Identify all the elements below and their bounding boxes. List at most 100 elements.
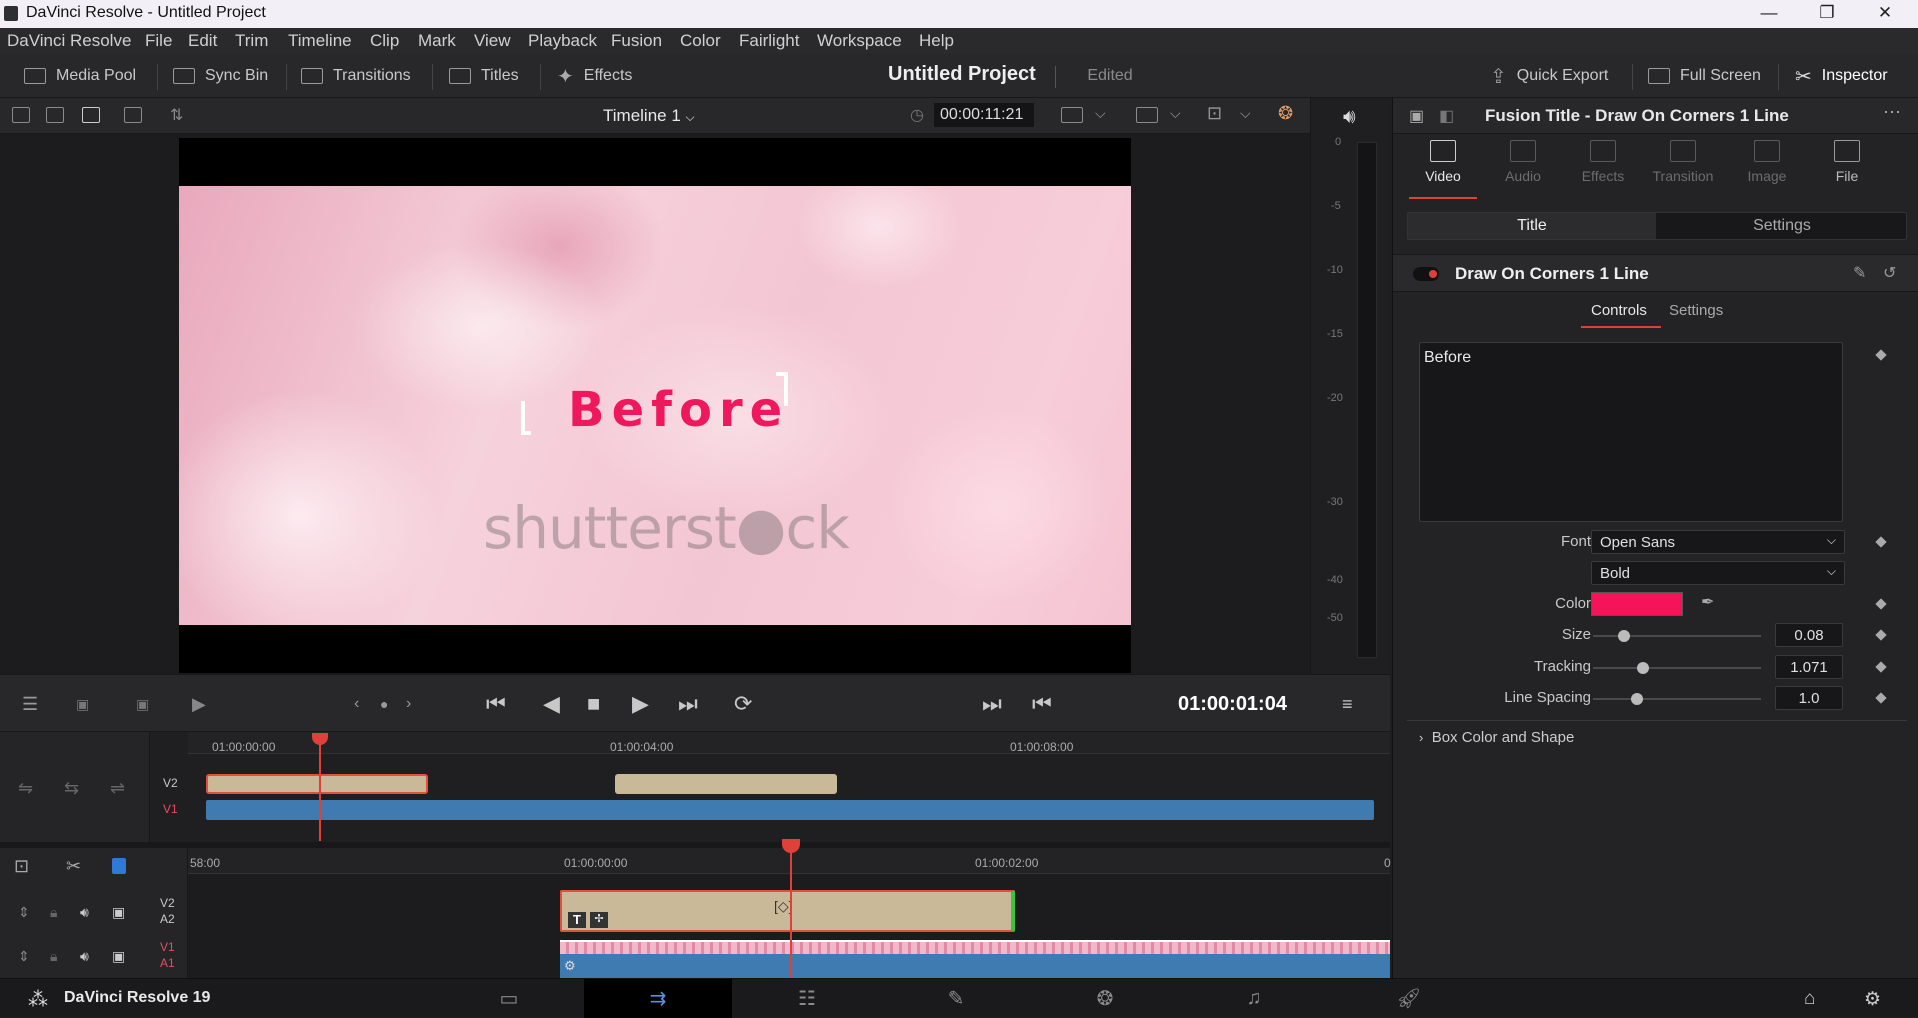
menu-file[interactable]: File	[145, 31, 172, 51]
play-icon[interactable]: ▶	[632, 692, 649, 716]
timeline-options-icon[interactable]: ☰	[22, 692, 38, 716]
fairlight-page-icon[interactable]: ♫	[1180, 979, 1328, 1018]
maximize-button[interactable]: ❐	[1798, 0, 1856, 28]
tab-effects[interactable]: Effects	[1563, 140, 1643, 184]
tab-image[interactable]: Image	[1727, 140, 1807, 184]
jog-icon[interactable]: ▶	[192, 692, 206, 716]
pin-icon[interactable]: ⇅	[170, 105, 183, 125]
keyframe-diamond[interactable]	[1875, 629, 1887, 641]
font-style-dropdown[interactable]: Bold ⌵	[1591, 561, 1845, 585]
dot-icon[interactable]: ●	[380, 692, 388, 716]
ctrl-tab-settings[interactable]: Settings	[1669, 302, 1723, 319]
video-clip[interactable]	[206, 800, 1374, 820]
keyframe-diamond[interactable]	[1875, 661, 1887, 673]
video-clip[interactable]: ⚙	[560, 954, 1390, 978]
timecode-display[interactable]: 00:00:11:21	[934, 103, 1034, 127]
image-icon[interactable]: ▣	[1409, 106, 1424, 126]
viewer-size-icon[interactable]	[1061, 107, 1083, 123]
razor-icon[interactable]: ✂	[66, 856, 81, 877]
hd-output-icon[interactable]	[1136, 107, 1158, 123]
tool-icon[interactable]: ⇆	[64, 778, 79, 799]
menu-workspace[interactable]: Workspace	[817, 31, 902, 51]
inspector-button[interactable]: ✂ Inspector	[1795, 54, 1888, 98]
lock-icon[interactable]: 🔒︎	[50, 948, 57, 965]
previous-clip-icon[interactable]: ⏮	[1032, 692, 1052, 716]
track-arrows-icon[interactable]: ⇕	[18, 904, 30, 921]
layout-icon-3[interactable]	[82, 107, 100, 123]
go-to-end-icon[interactable]: ⏭	[678, 692, 698, 716]
color-swatch[interactable]	[1591, 592, 1683, 616]
menu-mark[interactable]: Mark	[418, 31, 456, 51]
chevron-down-icon[interactable]: ⌵	[1095, 105, 1106, 122]
menu-timeline[interactable]: Timeline	[288, 31, 352, 51]
more-options-icon[interactable]: ⋯	[1883, 102, 1901, 123]
keyframe-diamond[interactable]	[1875, 692, 1887, 704]
color-page-icon[interactable]: ❂	[1031, 979, 1179, 1018]
main-playhead[interactable]	[790, 849, 792, 978]
layout-icon-2[interactable]	[46, 107, 64, 123]
tool-icon[interactable]: ⇌	[110, 778, 125, 799]
timeline-selector[interactable]: Timeline 1 ⌵	[603, 106, 695, 126]
speaker-icon[interactable]: 🔊︎	[80, 904, 89, 921]
eyedropper-icon[interactable]: ✒	[1701, 592, 1714, 612]
film-icon[interactable]: ▣	[112, 948, 125, 965]
ctrl-tab-controls[interactable]: Controls	[1591, 302, 1647, 319]
upper-playhead[interactable]	[319, 733, 321, 841]
menu-trim[interactable]: Trim	[235, 31, 268, 51]
cut-page-icon[interactable]: ⇉	[584, 979, 732, 1018]
menu-help[interactable]: Help	[919, 31, 954, 51]
menu-icon[interactable]: ≡	[1342, 692, 1353, 716]
box-color-section[interactable]: › Box Color and Shape	[1419, 729, 1574, 746]
tool-icon[interactable]: ⇋	[18, 778, 33, 799]
video-clip-thumbnails[interactable]	[560, 940, 1390, 954]
effects-button[interactable]: ✦ Effects	[557, 54, 632, 98]
reset-icon[interactable]: ↺	[1883, 263, 1896, 283]
title-clip[interactable]	[206, 774, 428, 794]
titles-button[interactable]: Titles	[449, 54, 519, 98]
font-dropdown[interactable]: Open Sans ⌵	[1591, 530, 1845, 554]
tab-file[interactable]: File	[1807, 140, 1887, 184]
loop-icon[interactable]: ⟳	[734, 692, 752, 716]
poi-icon[interactable]: ▣	[76, 692, 89, 716]
size-field[interactable]: 0.08	[1775, 623, 1843, 647]
subtab-title[interactable]: Title	[1408, 213, 1656, 239]
stop-icon[interactable]: ■	[587, 692, 600, 716]
layout-icon-1[interactable]	[12, 107, 30, 123]
close-button[interactable]: ✕	[1856, 0, 1914, 28]
chevron-down-icon[interactable]: ⌵	[1240, 105, 1251, 122]
poi-icon-2[interactable]: ▣	[136, 692, 149, 716]
title-clip-selected[interactable]: T ✢ [◇]	[560, 890, 1015, 932]
menu-view[interactable]: View	[474, 31, 511, 51]
full-screen-button[interactable]: Full Screen	[1648, 54, 1761, 98]
menu-edit[interactable]: Edit	[188, 31, 217, 51]
deliver-page-icon[interactable]: 🚀︎	[1329, 979, 1489, 1018]
marker-icon[interactable]	[112, 858, 126, 874]
next-clip-icon[interactable]: ⏭	[982, 692, 1002, 716]
menu-fusion[interactable]: Fusion	[611, 31, 662, 51]
speaker-icon[interactable]: 🔊︎	[1343, 106, 1356, 129]
keyframe-diamond[interactable]	[1875, 598, 1887, 610]
menu-clip[interactable]: Clip	[370, 31, 399, 51]
home-icon[interactable]: ⌂	[1804, 988, 1815, 1010]
menu-playback[interactable]: Playback	[528, 31, 597, 51]
title-clip[interactable]	[615, 774, 837, 794]
tab-audio[interactable]: Audio	[1483, 140, 1563, 184]
title-text-input[interactable]: Before	[1419, 342, 1843, 522]
clip-view-icon[interactable]: ⊡	[14, 856, 29, 877]
play-reverse-icon[interactable]: ◀	[543, 692, 560, 716]
line-spacing-field[interactable]: 1.0	[1775, 686, 1843, 710]
menu-fairlight[interactable]: Fairlight	[739, 31, 799, 51]
next-icon[interactable]: ›	[406, 692, 411, 716]
track-arrows-icon[interactable]: ⇕	[18, 948, 30, 965]
tab-transition[interactable]: Transition	[1643, 140, 1723, 184]
color-wheel-icon[interactable]: ❂	[1278, 103, 1293, 124]
media-pool-button[interactable]: Media Pool	[24, 54, 136, 98]
line-spacing-slider[interactable]	[1593, 693, 1761, 705]
layout-icon-4[interactable]	[124, 107, 142, 123]
quick-export-button[interactable]: ⇪ Quick Export	[1490, 54, 1608, 98]
magic-wand-icon[interactable]: ✎	[1853, 263, 1866, 283]
fusion-page-icon[interactable]: ✎	[882, 979, 1030, 1018]
chevron-down-icon[interactable]: ⌵	[1170, 105, 1181, 122]
size-slider[interactable]	[1593, 630, 1761, 642]
go-to-start-icon[interactable]: ⏮	[486, 692, 506, 716]
